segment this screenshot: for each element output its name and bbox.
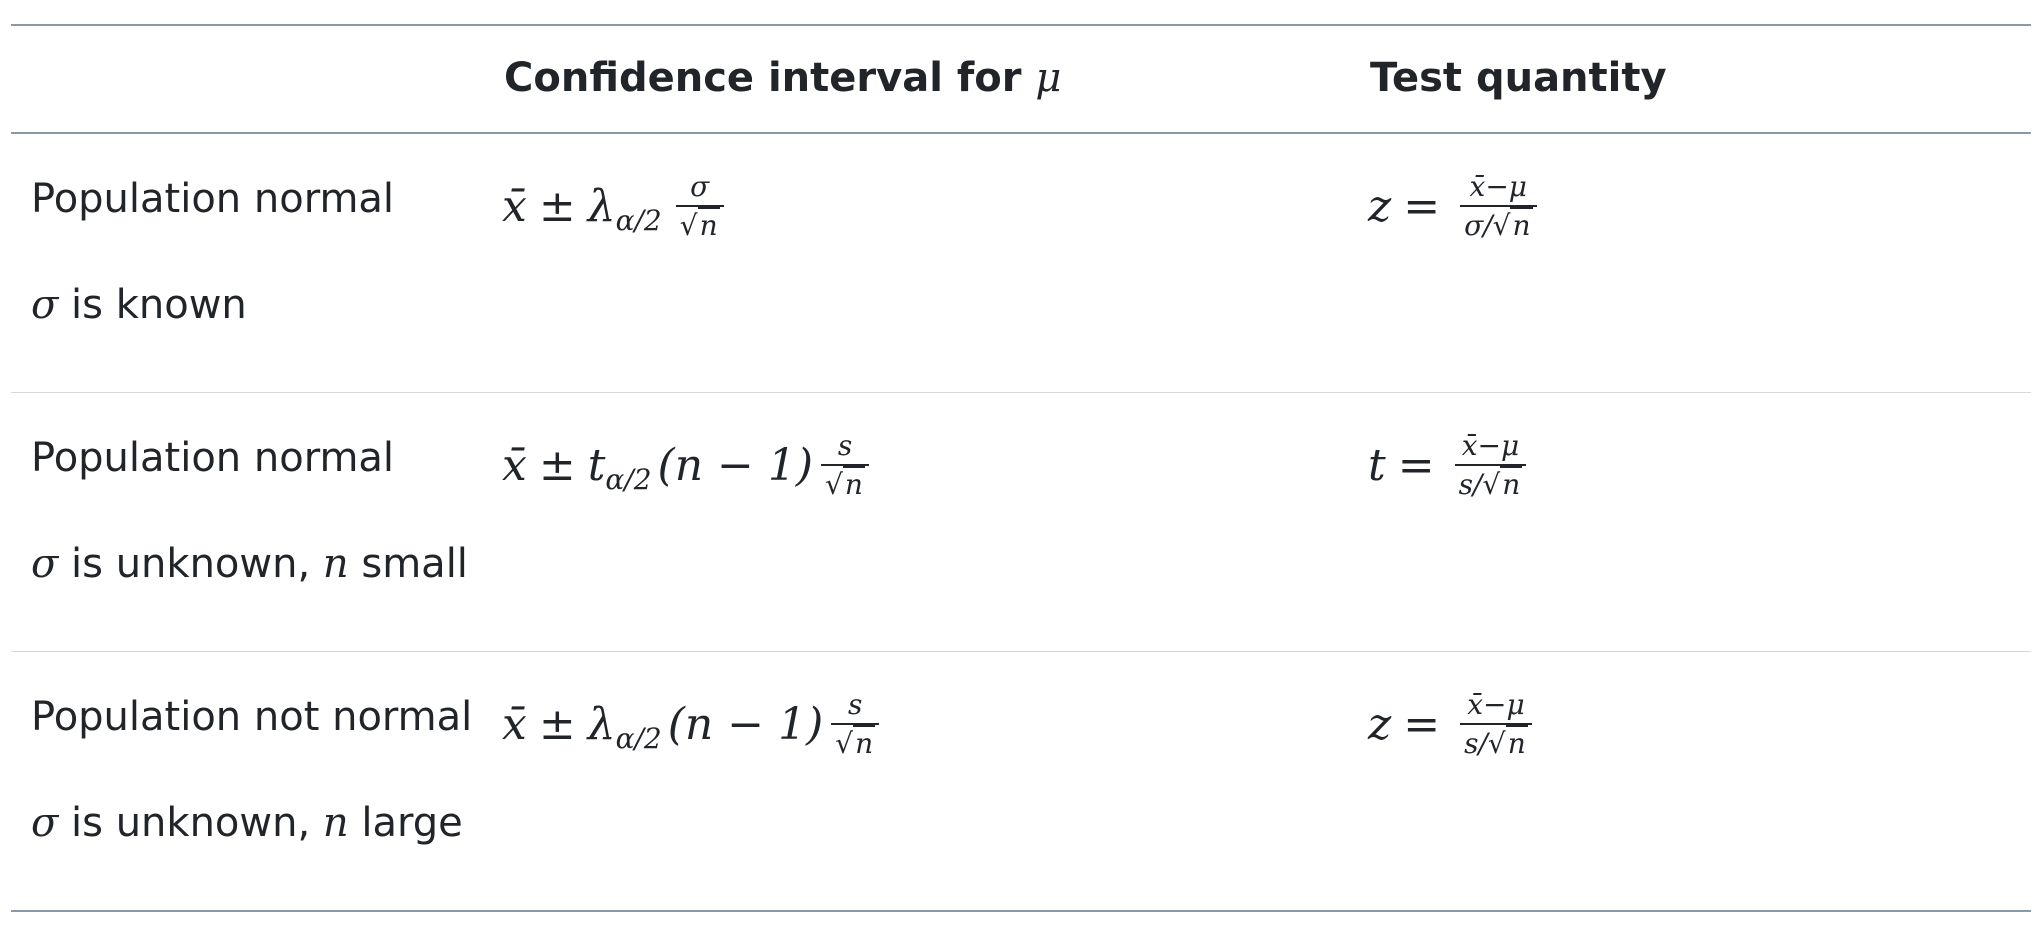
sqrt-symbol: √n [825,466,865,501]
confidence-interval-formula: x̄ ± λ α/2 σ √n [502,156,724,256]
condition-size: large [361,800,463,846]
ci-denominator: √n [831,725,879,760]
ci-degrees: (n − 1) [667,698,824,750]
test-fraction: x̄−μ σ/√n [1460,170,1537,242]
test-numerator: x̄−μ [1461,429,1520,462]
ci-numerator: σ [690,170,710,203]
n-symbol: n [322,800,349,846]
test-numerator: x̄−μ [1469,170,1527,203]
test-equals: = [1403,180,1441,232]
test-equals: = [1397,439,1435,491]
test-variable: z [1368,698,1392,750]
ci-denominator: √n [821,466,869,501]
sqrt-symbol: √n [1492,207,1533,242]
condition-sigma: σ is known [31,280,247,330]
table-bottom-rule [11,910,2031,912]
ci-numerator: s [837,429,853,462]
condition-size: small [361,541,468,587]
ci-fraction: s √n [831,688,880,760]
ci-subscript: α/2 [615,721,662,755]
ci-numerator: s [848,688,863,721]
n-symbol: n [322,541,349,587]
table-top-rule [11,24,2031,26]
condition-population: Population normal [31,435,395,481]
ci-subscript: α/2 [615,203,662,237]
ci-fraction: σ √n [675,170,724,242]
condition-text: is unknown, [71,800,311,846]
test-quantity-formula: t = x̄−μ s/√n [1368,415,1527,515]
test-variable: t [1368,439,1386,491]
sqrt-symbol: √n [1482,466,1523,501]
test-quantity-formula: z = x̄−μ s/√n [1368,674,1532,774]
table-row: Population normal σ is unknown, n small … [11,393,2031,651]
confidence-interval-formula: x̄ ± λ α/2 (n − 1) s √n [502,674,880,774]
test-denominator: σ/√n [1464,207,1533,242]
ci-mean: x̄ [502,439,527,491]
test-fraction: x̄−μ s/√n [1460,688,1532,760]
table-row: Population not normal σ is unknown, n la… [11,652,2031,910]
ci-plus-minus: ± [538,180,576,232]
sigma-symbol: σ [31,800,59,846]
ci-coefficient: t [587,439,606,491]
ci-degrees: (n − 1) [657,439,814,491]
test-denominator: s/√n [1464,725,1528,760]
condition-population: Population not normal [31,694,473,740]
ci-denominator: √n [676,207,724,242]
ci-mean: x̄ [502,698,527,750]
test-denominator: s/√n [1458,466,1523,501]
sigma-symbol: σ [31,282,59,328]
test-equals: = [1403,698,1441,750]
confidence-interval-formula: x̄ ± t α/2 (n − 1) s √n [502,415,869,515]
header-confidence-interval-label: Confidence interval for [504,55,1022,101]
test-fraction: x̄−μ s/√n [1454,429,1527,501]
ci-coefficient: λ [587,698,616,750]
ci-plus-minus: ± [538,698,576,750]
condition-population: Population normal [31,176,395,222]
ci-plus-minus: ± [538,439,576,491]
ci-subscript: α/2 [605,462,652,496]
condition-text: is unknown, [71,541,311,587]
header-mu-symbol: μ [1035,55,1062,101]
ci-coefficient: λ [587,180,616,232]
table-row: Population normal σ is known x̄ ± λ α/2 … [11,134,2031,392]
condition-sigma: σ is unknown, n small [31,539,468,589]
sqrt-symbol: √n [679,207,720,242]
header-test-quantity: Test quantity [1370,55,1667,101]
condition-sigma: σ is unknown, n large [31,798,463,848]
sqrt-symbol: √n [835,725,876,760]
test-numerator: x̄−μ [1467,688,1525,721]
header-confidence-interval: Confidence interval for μ [504,54,1061,102]
ci-mean: x̄ [502,180,527,232]
sigma-symbol: σ [31,541,59,587]
ci-fraction: s √n [821,429,869,501]
condition-text: is known [71,282,247,328]
sqrt-symbol: √n [1487,725,1528,760]
test-quantity-formula: z = x̄−μ σ/√n [1368,156,1537,256]
test-variable: z [1368,180,1392,232]
